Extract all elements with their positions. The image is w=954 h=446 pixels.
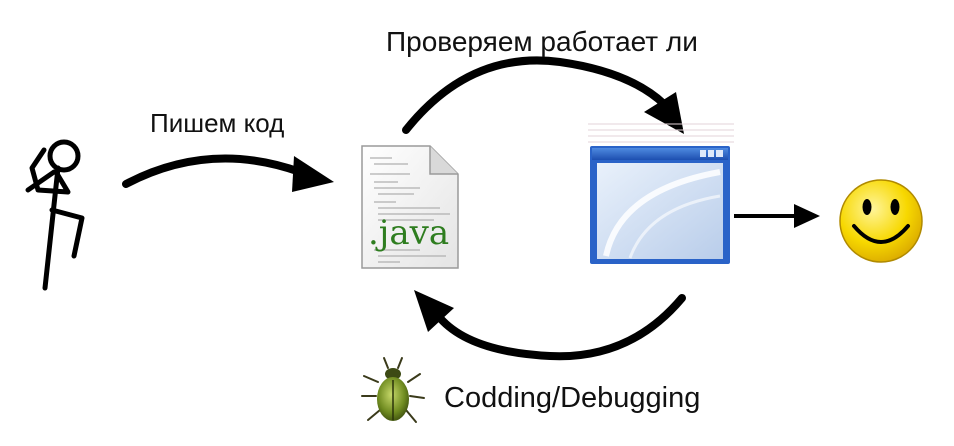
workflow-diagram: .java	[25, 56, 923, 423]
bug-icon	[361, 357, 425, 423]
write-code-arrow	[122, 154, 334, 192]
debug-arrow	[414, 290, 686, 361]
stick-figure-icon	[25, 139, 85, 291]
check-arrow	[402, 56, 684, 134]
check-works-label: Проверяем работает ли	[386, 26, 698, 57]
result-arrow	[734, 204, 820, 228]
write-code-label: Пишем код	[150, 108, 285, 138]
app-window-icon	[588, 123, 734, 264]
file-extension: .java	[368, 213, 449, 253]
java-file-icon: .java	[361, 145, 459, 269]
debugging-label: Codding/Debugging	[444, 382, 701, 414]
smiley-icon	[839, 179, 923, 263]
